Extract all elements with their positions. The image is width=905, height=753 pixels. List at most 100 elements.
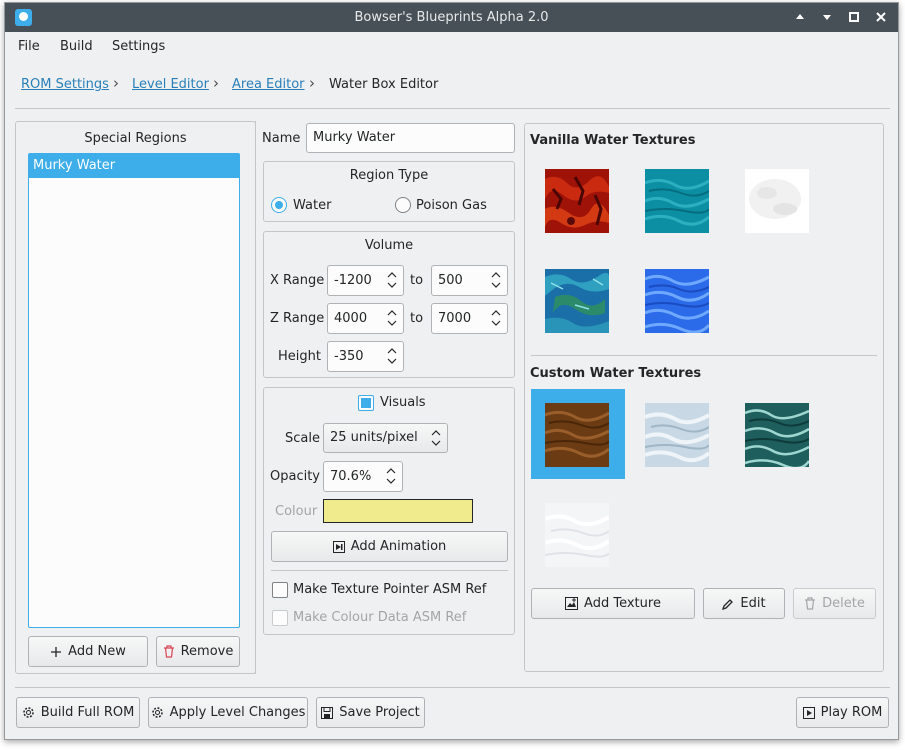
water-radio[interactable] <box>271 197 287 213</box>
texture-lava[interactable] <box>545 169 609 233</box>
spin-arrows-icon[interactable] <box>387 271 397 289</box>
title-bar: Bowser's Blueprints Alpha 2.0 <box>5 3 898 32</box>
colour-data-checkbox <box>272 610 288 626</box>
name-input[interactable]: Murky Water <box>306 123 515 153</box>
volume-title: Volume <box>364 238 414 253</box>
menu-bar: File Build Settings <box>5 32 898 62</box>
texture-teal-water[interactable] <box>645 169 709 233</box>
texture-blue-green-water[interactable] <box>545 269 609 333</box>
opacity-spinbox[interactable]: 70.6% <box>323 461 403 492</box>
divider <box>15 108 890 109</box>
custom-textures-title: Custom Water Textures <box>530 366 702 381</box>
build-full-rom-button[interactable]: Build Full ROM <box>16 697 140 728</box>
window-title: Bowser's Blueprints Alpha 2.0 <box>354 10 549 25</box>
menu-settings[interactable]: Settings <box>112 39 165 54</box>
divider <box>255 121 256 674</box>
texture-white-mist[interactable] <box>745 169 809 233</box>
vanilla-textures-title: Vanilla Water Textures <box>530 133 696 148</box>
texture-white-cloud[interactable] <box>545 503 609 567</box>
poison-gas-radio[interactable] <box>395 197 411 213</box>
trash-icon <box>804 597 816 610</box>
divider <box>271 570 508 571</box>
add-image-icon <box>565 597 579 610</box>
menu-file[interactable]: File <box>18 39 40 54</box>
z-max-spinbox[interactable]: 7000 <box>431 303 508 334</box>
x-min-spinbox[interactable]: -1200 <box>327 265 404 296</box>
visuals-label[interactable]: Visuals <box>380 395 426 410</box>
to-label: to <box>410 311 424 326</box>
play-rom-button[interactable]: Play ROM <box>796 697 889 728</box>
scale-value: 25 units/pixel <box>330 430 418 445</box>
save-icon <box>321 706 334 719</box>
texture-ice-water[interactable] <box>645 403 709 467</box>
film-icon <box>332 540 345 553</box>
add-animation-button[interactable]: Add Animation <box>271 531 508 562</box>
water-label[interactable]: Water <box>293 198 331 213</box>
gear-icon <box>22 706 35 719</box>
save-project-label: Save Project <box>339 705 420 720</box>
edit-button[interactable]: Edit <box>703 588 785 619</box>
close-icon[interactable] <box>872 8 890 26</box>
breadcrumb-area-editor[interactable]: Area Editor <box>232 77 305 92</box>
chevron-right-icon: › <box>309 74 315 92</box>
texture-pointer-label[interactable]: Make Texture Pointer ASM Ref <box>293 582 486 597</box>
height-value: -350 <box>334 349 364 364</box>
colour-data-label: Make Colour Data ASM Ref <box>293 610 467 625</box>
add-new-button[interactable]: Add New <box>28 636 148 667</box>
texture-brown-water[interactable] <box>545 403 609 467</box>
z-max-value: 7000 <box>438 311 472 326</box>
x-max-spinbox[interactable]: 500 <box>431 265 508 296</box>
menu-build[interactable]: Build <box>60 39 93 54</box>
remove-button[interactable]: Remove <box>156 636 240 667</box>
opacity-value: 70.6% <box>330 469 372 484</box>
add-texture-button[interactable]: Add Texture <box>531 588 695 619</box>
edit-label: Edit <box>740 596 766 611</box>
build-full-rom-label: Build Full ROM <box>40 705 135 720</box>
x-range-label: X Range <box>270 273 325 288</box>
delete-label: Delete <box>822 596 865 611</box>
x-min-value: -1200 <box>334 273 372 288</box>
minimize-icon[interactable] <box>818 8 836 26</box>
remove-label: Remove <box>180 644 234 659</box>
spin-arrows-icon[interactable] <box>386 467 396 485</box>
play-icon <box>802 706 815 719</box>
colour-swatch[interactable] <box>323 499 473 523</box>
save-project-button[interactable]: Save Project <box>316 697 425 728</box>
name-label: Name <box>262 131 301 146</box>
texture-bright-blue-water[interactable] <box>645 269 709 333</box>
spin-arrows-icon <box>431 430 441 446</box>
height-spinbox[interactable]: -350 <box>327 341 404 372</box>
x-max-value: 500 <box>438 273 463 288</box>
special-regions-title: Special Regions <box>84 131 187 146</box>
keep-above-icon[interactable] <box>791 8 809 26</box>
divider <box>531 355 877 356</box>
poison-gas-label[interactable]: Poison Gas <box>416 198 487 213</box>
add-texture-label: Add Texture <box>584 596 661 611</box>
list-item[interactable]: Murky Water <box>29 154 239 178</box>
spin-arrows-icon[interactable] <box>387 309 397 327</box>
add-new-label: Add New <box>68 644 126 659</box>
scale-label: Scale <box>285 431 320 446</box>
region-type-title: Region Type <box>349 168 429 183</box>
z-range-label: Z Range <box>270 311 325 326</box>
breadcrumb-rom-settings[interactable]: ROM Settings <box>21 77 109 92</box>
texture-dark-teal-water[interactable] <box>745 403 809 467</box>
z-min-spinbox[interactable]: 4000 <box>327 303 404 334</box>
gear-icon <box>151 706 164 719</box>
height-label: Height <box>278 349 321 364</box>
spin-arrows-icon[interactable] <box>387 347 397 365</box>
texture-pointer-checkbox[interactable] <box>272 582 288 598</box>
breadcrumb-level-editor[interactable]: Level Editor <box>132 77 209 92</box>
apply-level-changes-button[interactable]: Apply Level Changes <box>148 697 308 728</box>
visuals-checkbox[interactable] <box>358 395 374 411</box>
special-regions-list[interactable]: Murky Water <box>28 153 240 628</box>
delete-button: Delete <box>793 588 876 619</box>
trash-icon <box>163 645 175 658</box>
maximize-icon[interactable] <box>845 8 863 26</box>
scale-combobox[interactable]: 25 units/pixel <box>323 423 448 453</box>
apply-level-changes-label: Apply Level Changes <box>169 705 306 720</box>
spin-arrows-icon[interactable] <box>491 309 501 327</box>
spin-arrows-icon[interactable] <box>491 271 501 289</box>
add-animation-label: Add Animation <box>350 539 447 554</box>
divider <box>15 687 890 688</box>
